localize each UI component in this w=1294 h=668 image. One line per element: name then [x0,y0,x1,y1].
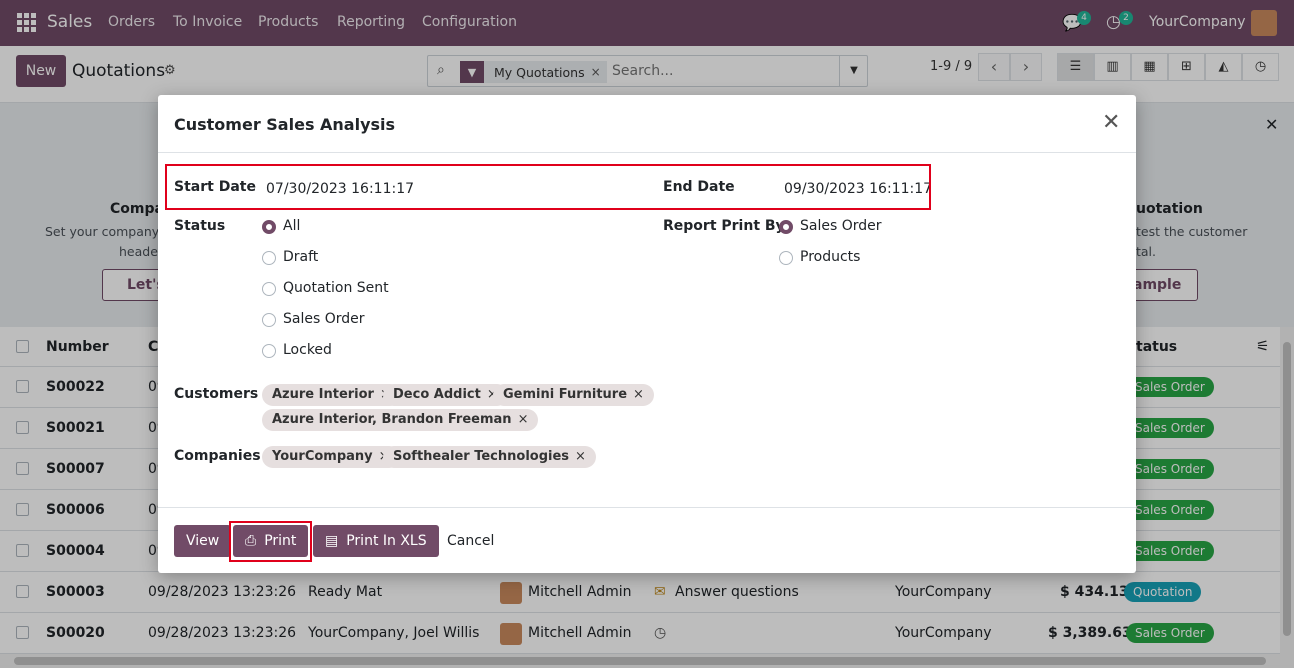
customer-tag-label: Azure Interior, Brandon Freeman [272,412,512,427]
company-tag-label: Softhealer Technologies [393,449,570,464]
status-sales-order-label[interactable]: Sales Order [283,311,365,327]
print-by-products-label[interactable]: Products [800,249,860,265]
dialog-title: Customer Sales Analysis [174,115,396,134]
status-draft-radio[interactable] [262,251,276,265]
close-icon[interactable]: ✕ [1102,112,1120,134]
status-quotation-sent-radio[interactable] [262,282,276,296]
status-all-radio[interactable] [262,220,276,234]
print-by-label: Report Print By [663,218,785,234]
print-by-sales-order-label[interactable]: Sales Order [800,218,882,234]
status-sales-order-radio[interactable] [262,313,276,327]
customers-label: Customers [174,386,259,402]
customer-tag-label: Gemini Furniture [503,387,628,402]
print-xls-button[interactable]: ▤ Print In XLS [313,525,439,557]
cancel-button[interactable]: Cancel [447,525,494,557]
company-tag: Softhealer Technologies × [383,446,596,468]
customer-tag: Gemini Furniture × [493,384,654,406]
tag-remove-icon[interactable]: × [633,387,644,402]
company-tag-label: YourCompany [272,449,373,464]
status-locked-radio[interactable] [262,344,276,358]
companies-label: Companies [174,448,261,464]
dialog-header: Customer Sales Analysis ✕ [158,95,1136,153]
file-excel-icon: ▤ [325,533,339,549]
customer-tag: Azure Interior, Brandon Freeman × [262,409,539,431]
customer-tag-label: Deco Addict [393,387,481,402]
print-button-highlight [229,521,312,562]
company-tag: YourCompany× [262,446,400,468]
customer-tag: Deco Addict× [383,384,508,406]
dialog-footer: View ⎙ Print ▤ Print In XLS Cancel [158,507,1136,573]
customer-tag: Azure Interior× [262,384,401,406]
print-by-products-radio[interactable] [779,251,793,265]
tag-remove-icon[interactable]: × [575,449,586,464]
tag-remove-icon[interactable]: × [518,412,529,427]
customer-tag-label: Azure Interior [272,387,374,402]
status-quotation-sent-label[interactable]: Quotation Sent [283,280,389,296]
print-by-sales-order-radio[interactable] [779,220,793,234]
status-label: Status [174,218,226,234]
view-button[interactable]: View [174,525,232,557]
status-draft-label[interactable]: Draft [283,249,318,265]
date-range-highlight [165,164,931,210]
customer-sales-analysis-dialog: Customer Sales Analysis ✕ Start Date 07/… [158,95,1136,573]
print-xls-button-label: Print In XLS [346,533,427,549]
status-locked-label[interactable]: Locked [283,342,332,358]
status-all-label[interactable]: All [283,218,300,234]
